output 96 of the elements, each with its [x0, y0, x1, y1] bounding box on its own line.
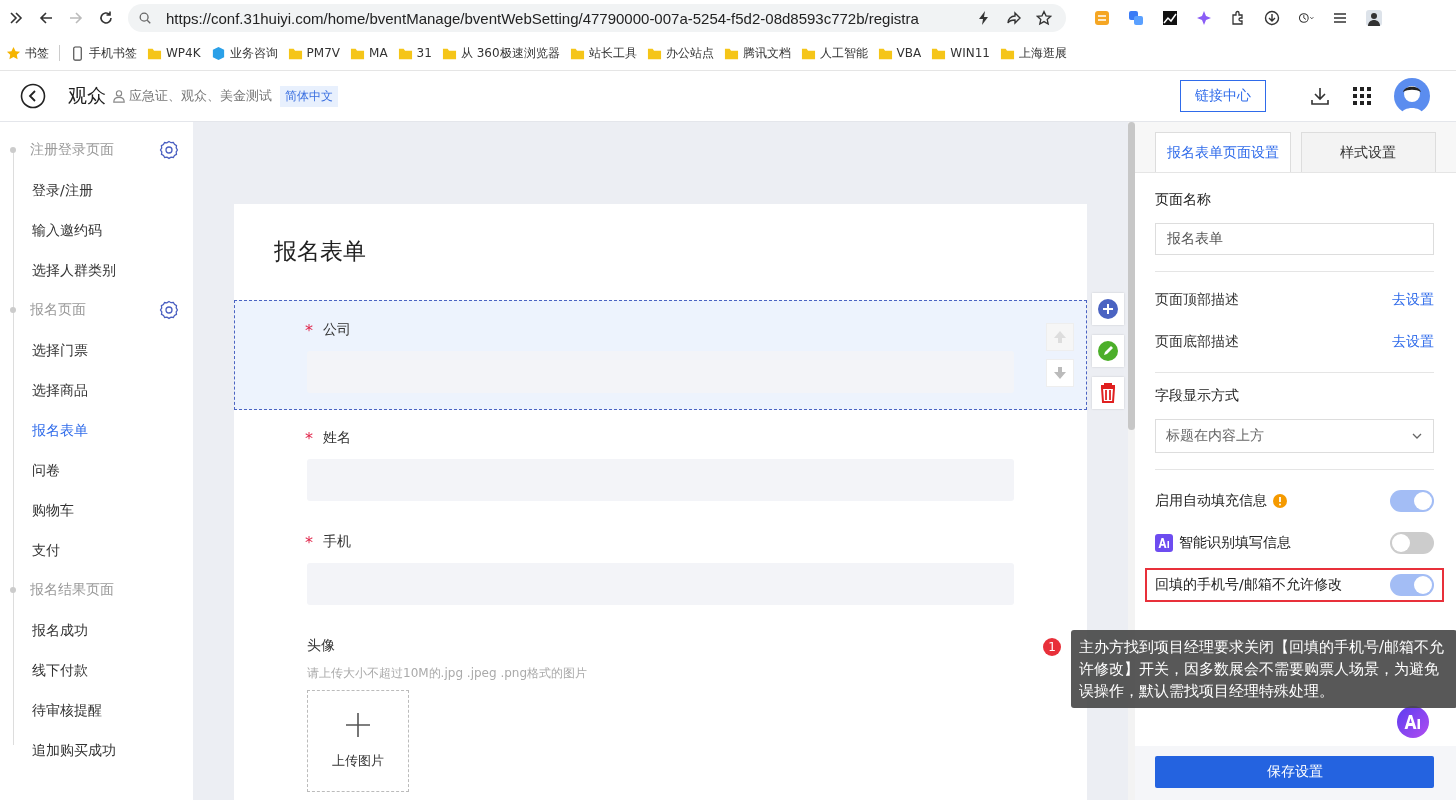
ai-icon [1155, 534, 1173, 552]
setting-label: 页面底部描述 [1155, 333, 1239, 351]
bookmark[interactable]: 手机书签 [70, 44, 137, 62]
avatar-icon[interactable] [1366, 10, 1382, 26]
sidebar-item[interactable]: 问卷 [0, 456, 193, 484]
search-icon [138, 11, 152, 25]
tab[interactable]: 报名表单页面设置 [1155, 132, 1291, 172]
sidebar-item[interactable]: 支付 [0, 536, 193, 564]
phone-icon [70, 45, 85, 61]
sidebar-item[interactable]: 追加购买成功 [0, 736, 193, 764]
menu-icon[interactable] [1332, 10, 1348, 26]
apps-grid-icon[interactable] [1352, 86, 1372, 106]
bookmark[interactable]: 办公站点 [646, 44, 714, 62]
reload-icon[interactable] [98, 10, 114, 26]
download-icon[interactable] [1310, 86, 1330, 106]
setting-label: 智能识别填写信息 [1179, 534, 1291, 552]
setting-label: 回填的手机号/邮箱不允许修改 [1155, 576, 1342, 594]
section-title: 报名结果页面 [30, 581, 115, 599]
scrollbar[interactable] [1128, 122, 1135, 430]
toggle-switch[interactable] [1390, 532, 1434, 554]
delete-icon[interactable] [1092, 377, 1124, 409]
required-mark: * [305, 428, 313, 448]
sidebar-item[interactable]: 选择门票 [0, 336, 193, 364]
sidebar-item[interactable]: 购物车 [0, 496, 193, 524]
add-icon[interactable] [1092, 293, 1124, 325]
tab[interactable]: 样式设置 [1300, 132, 1436, 172]
bookmark[interactable]: 上海逛展 [999, 44, 1067, 62]
language-tag: 简体中文 [280, 85, 338, 107]
field-label: 姓名 [323, 429, 351, 447]
page-title: 观众 [68, 83, 106, 108]
edit-icon[interactable] [1092, 335, 1124, 367]
puzzle-icon[interactable] [1230, 10, 1246, 26]
bookmark[interactable]: MA [350, 45, 388, 61]
settings-icon[interactable] [159, 140, 179, 160]
section-title: 注册登录页面 [30, 141, 115, 159]
toggle-switch[interactable] [1390, 490, 1434, 512]
user-avatar[interactable] [1394, 78, 1430, 114]
setting-label: 页面顶部描述 [1155, 291, 1239, 309]
cube-icon [210, 45, 226, 61]
sparkle-icon[interactable] [1196, 10, 1212, 26]
field-label: 字段显示方式 [1155, 387, 1240, 405]
toggle-switch[interactable] [1390, 574, 1434, 596]
required-mark: * [305, 320, 313, 340]
field-label: 头像 [307, 637, 335, 655]
upload-hint: 请上传大小不超过10M的.jpg .jpeg .png格式的图片 [307, 665, 589, 682]
back-icon[interactable] [20, 83, 46, 109]
field-label: 页面名称 [1155, 191, 1212, 209]
bookmark[interactable]: 人工智能 [800, 44, 868, 62]
share-icon[interactable] [1006, 10, 1022, 26]
set-link[interactable]: 去设置 [1392, 333, 1434, 351]
audience-tags: 应急证、观众、美金测试 [129, 87, 272, 105]
field-label: 公司 [323, 321, 351, 339]
set-link[interactable]: 去设置 [1392, 291, 1434, 309]
display-mode-dropdown[interactable]: 标题在内容上方 [1155, 419, 1434, 453]
translate-icon[interactable] [1128, 10, 1144, 26]
bookmark[interactable]: 书签 [6, 44, 49, 62]
chart-icon[interactable] [1162, 10, 1178, 26]
form-title: 报名表单 [273, 237, 367, 266]
bookmark[interactable]: 业务咨询 [210, 44, 278, 62]
sidebar-toggle-icon[interactable] [8, 10, 24, 26]
sidebar-item[interactable]: 待审核提醒 [0, 696, 193, 724]
field-label: 手机 [323, 533, 351, 551]
link-center-button[interactable]: 链接中心 [1180, 80, 1266, 112]
sidebar-item[interactable]: 报名成功 [0, 616, 193, 644]
person-icon [112, 89, 126, 103]
star-icon[interactable] [1036, 10, 1052, 26]
sidebar-item[interactable]: 选择人群类别 [0, 256, 193, 284]
section-title: 报名页面 [30, 301, 87, 319]
bookmark[interactable]: WP4K [147, 45, 201, 61]
star-icon [6, 45, 21, 61]
settings-icon[interactable] [159, 300, 179, 320]
sidebar-item[interactable]: 报名表单 [0, 416, 193, 444]
bookmark[interactable]: 从 360极速浏览器 [441, 44, 560, 62]
sidebar-item[interactable]: 线下付款 [0, 656, 193, 684]
required-mark: * [305, 532, 313, 552]
warning-icon [1273, 494, 1287, 508]
ai-assistant-button[interactable] [1397, 706, 1429, 738]
upload-button[interactable]: 上传图片 [307, 690, 409, 792]
sidebar-item[interactable]: 输入邀约码 [0, 216, 193, 244]
bookmark[interactable]: 站长工具 [569, 44, 637, 62]
save-button[interactable]: 保存设置 [1155, 756, 1434, 788]
annotation-tooltip: 主办方找到项目经理要求关闭【回填的手机号/邮箱不允许修改】开关，因多数展会不需要购票人场景，为避免误操作，默认需找项目经理特殊处理。 [1071, 630, 1456, 708]
bookmark[interactable]: 31 [397, 45, 432, 61]
sidebar-item[interactable]: 登录/注册 [0, 176, 193, 204]
history-icon[interactable] [1298, 10, 1314, 26]
setting-label: 启用自动填充信息 [1155, 492, 1267, 510]
bookmark[interactable]: WIN11 [931, 45, 990, 61]
bookmark[interactable]: VBA [877, 45, 922, 61]
plus-icon [345, 712, 371, 738]
page-name-field[interactable]: 报名表单 [1155, 223, 1434, 255]
back-icon[interactable] [38, 10, 54, 26]
bookmark[interactable]: 腾讯文档 [723, 44, 791, 62]
bookmark[interactable]: PM7V [287, 45, 341, 61]
address-bar[interactable]: https://conf.31huiyi.com/home/bventManage/bventWebSetting/47790000-007a-5254-f5d2-08d8593c772b/registra [128, 4, 1066, 32]
sidebar-item[interactable]: 选择商品 [0, 376, 193, 404]
download-icon[interactable] [1264, 10, 1280, 26]
